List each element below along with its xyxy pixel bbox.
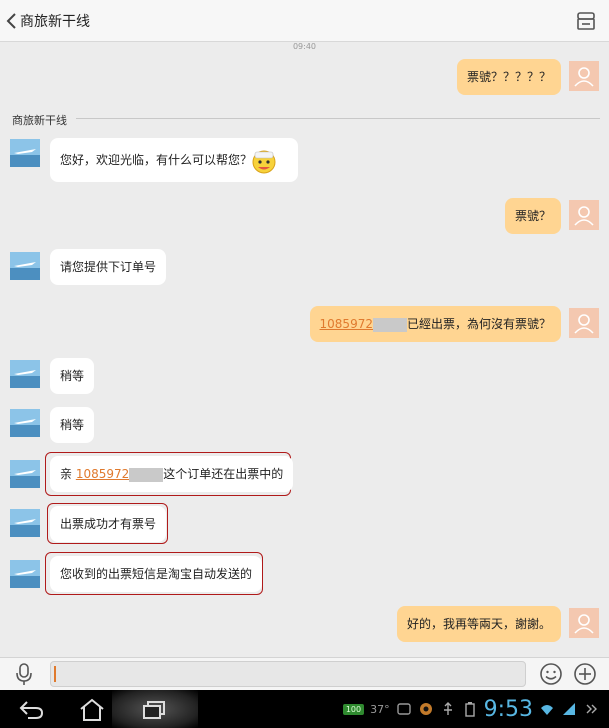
redacted-block [372, 317, 407, 332]
text-caret [54, 666, 56, 682]
user-avatar-icon[interactable] [569, 608, 599, 638]
temperature-readout: 37° [370, 702, 390, 716]
merchant-avatar-icon[interactable] [10, 360, 40, 388]
chat-title: 商旅新干线 [20, 14, 90, 30]
status-clock: 9:53 [483, 696, 533, 722]
status-area: 100 37° 9:53 [342, 690, 599, 728]
user-message-bubble[interactable]: 票號？ [504, 198, 561, 234]
merchant-avatar-icon[interactable] [10, 409, 40, 437]
overflow-arrows-icon[interactable] [583, 701, 599, 717]
wifi-icon [541, 705, 553, 715]
message-timestamp: 09:40 [292, 42, 317, 51]
user-avatar-icon[interactable] [569, 200, 599, 230]
merchant-message-bubble[interactable]: 稍等 [50, 407, 95, 443]
emoji-icon[interactable] [539, 662, 563, 686]
system-navigation-bar: 100 37° 9:53 [0, 690, 609, 728]
merchant-message-bubble[interactable]: 请您提供下订单号 [50, 249, 167, 285]
merchant-avatar-icon[interactable] [10, 460, 40, 488]
merchant-avatar-icon[interactable] [10, 252, 40, 280]
plus-circle-icon[interactable] [573, 662, 597, 686]
back-arrow-icon[interactable] [4, 10, 20, 32]
merchant-message-bubble[interactable]: 亲 1085972 这个订单还在出票中的 [50, 456, 294, 492]
notification-icon [396, 703, 411, 715]
battery-icon [464, 702, 475, 717]
chat-header: 商旅新干线 [0, 0, 609, 42]
redacted-block [129, 467, 164, 482]
signal-icon [563, 703, 575, 715]
battery-percent-badge: 100 [342, 703, 365, 715]
message-list[interactable]: 09:40 票號？？？？？ 商旅新干线 您好，欢迎光临，有什么可以帮您？ 票號？ [0, 42, 609, 657]
usb-icon [443, 702, 452, 715]
message-input[interactable] [50, 661, 526, 687]
separator-line [76, 118, 600, 119]
separator-label: 商旅新干线 [12, 112, 73, 128]
shop-icon[interactable] [575, 10, 597, 32]
merchant-avatar-icon[interactable] [10, 509, 40, 537]
merchant-separator: 商旅新干线 [12, 112, 600, 128]
emoji-face-icon [252, 150, 276, 174]
user-avatar-icon[interactable] [569, 308, 599, 338]
media-icon [419, 703, 432, 715]
order-number-link[interactable]: 1085972 [320, 317, 373, 331]
merchant-message-bubble[interactable]: 出票成功才有票号 [50, 506, 167, 542]
merchant-avatar-icon[interactable] [10, 560, 40, 588]
merchant-message-bubble[interactable]: 稍等 [50, 358, 95, 394]
merchant-avatar-icon[interactable] [10, 139, 40, 167]
user-message-bubble[interactable]: 票號？？？？？ [456, 59, 561, 95]
nav-home-icon[interactable] [78, 697, 106, 723]
microphone-icon[interactable] [14, 662, 34, 686]
merchant-message-bubble[interactable]: 您收到的出票短信是淘宝自动发送的 [50, 556, 263, 592]
nav-back-icon[interactable] [18, 699, 46, 721]
user-message-bubble[interactable]: 好的，我再等兩天，謝謝。 [396, 606, 561, 642]
user-message-bubble[interactable]: 1085972 已經出票，為何沒有票號？ [309, 306, 561, 342]
user-avatar-icon[interactable] [569, 61, 599, 91]
order-number-link[interactable]: 1085972 [76, 467, 129, 481]
composer-bar [0, 657, 609, 690]
nav-recent-apps-icon[interactable] [140, 699, 168, 721]
